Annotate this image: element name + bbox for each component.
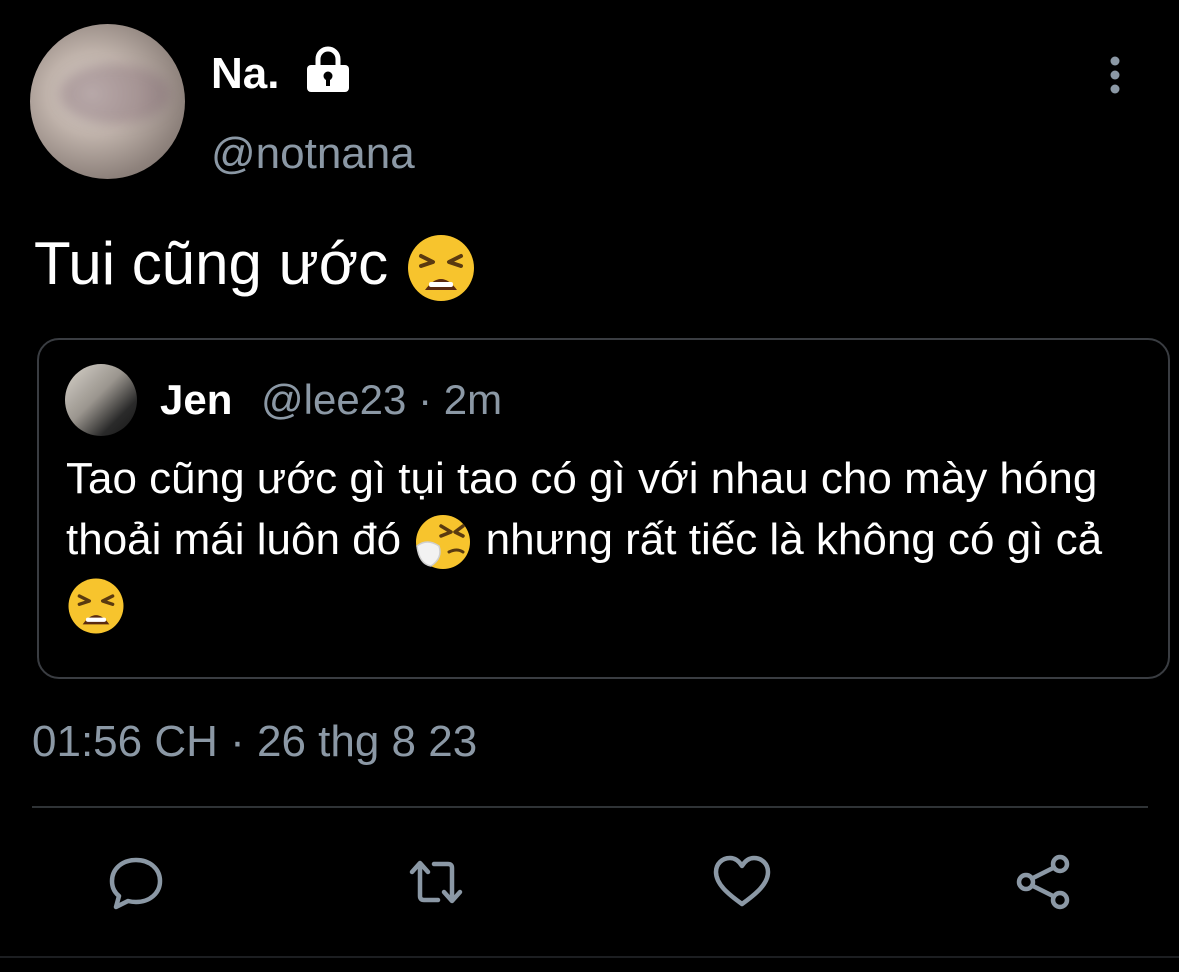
quoted-tweet[interactable]: Jen @lee23 · 2m Tao cũng ước gì tụi tao …: [37, 338, 1170, 679]
share-icon: [1016, 854, 1070, 910]
tweet-text: Tui cũng ước: [34, 228, 477, 304]
heart-icon: [713, 855, 771, 907]
share-button[interactable]: [1012, 850, 1076, 914]
more-vertical-icon[interactable]: [1096, 55, 1134, 95]
author-avatar[interactable]: [30, 24, 185, 179]
quoted-author-name: Jen: [160, 376, 233, 423]
weary-face-icon: [407, 235, 474, 302]
like-button[interactable]: [710, 850, 774, 914]
bottom-border: [0, 956, 1179, 958]
retweet-button[interactable]: [404, 850, 468, 914]
quoted-text-part2: nhưng rất tiếc là không có gì cả: [485, 515, 1103, 564]
weary-face-icon: [68, 578, 124, 634]
divider: [32, 806, 1148, 808]
retweet-icon: [409, 860, 463, 904]
author-display-name[interactable]: Na.: [211, 46, 279, 102]
reply-button[interactable]: [104, 850, 168, 914]
lock-icon: [307, 46, 349, 92]
tweet-detail: Na. @notnana Tui cũng ước Jen @lee23 · 2…: [0, 0, 1179, 972]
quoted-tweet-text: Tao cũng ước gì tụi tao có gì với nhau c…: [66, 448, 1146, 636]
reply-icon: [109, 857, 163, 910]
tweet-text-content: Tui cũng ước: [34, 230, 389, 297]
quoted-author-handle-time: @lee23 · 2m: [261, 376, 503, 423]
tweet-timestamp: 01:56 CH · 26 thg 8 23: [32, 717, 478, 766]
quoted-author-avatar[interactable]: [65, 364, 137, 436]
sneezing-face-icon: [416, 515, 471, 570]
author-handle[interactable]: @notnana: [211, 128, 415, 180]
